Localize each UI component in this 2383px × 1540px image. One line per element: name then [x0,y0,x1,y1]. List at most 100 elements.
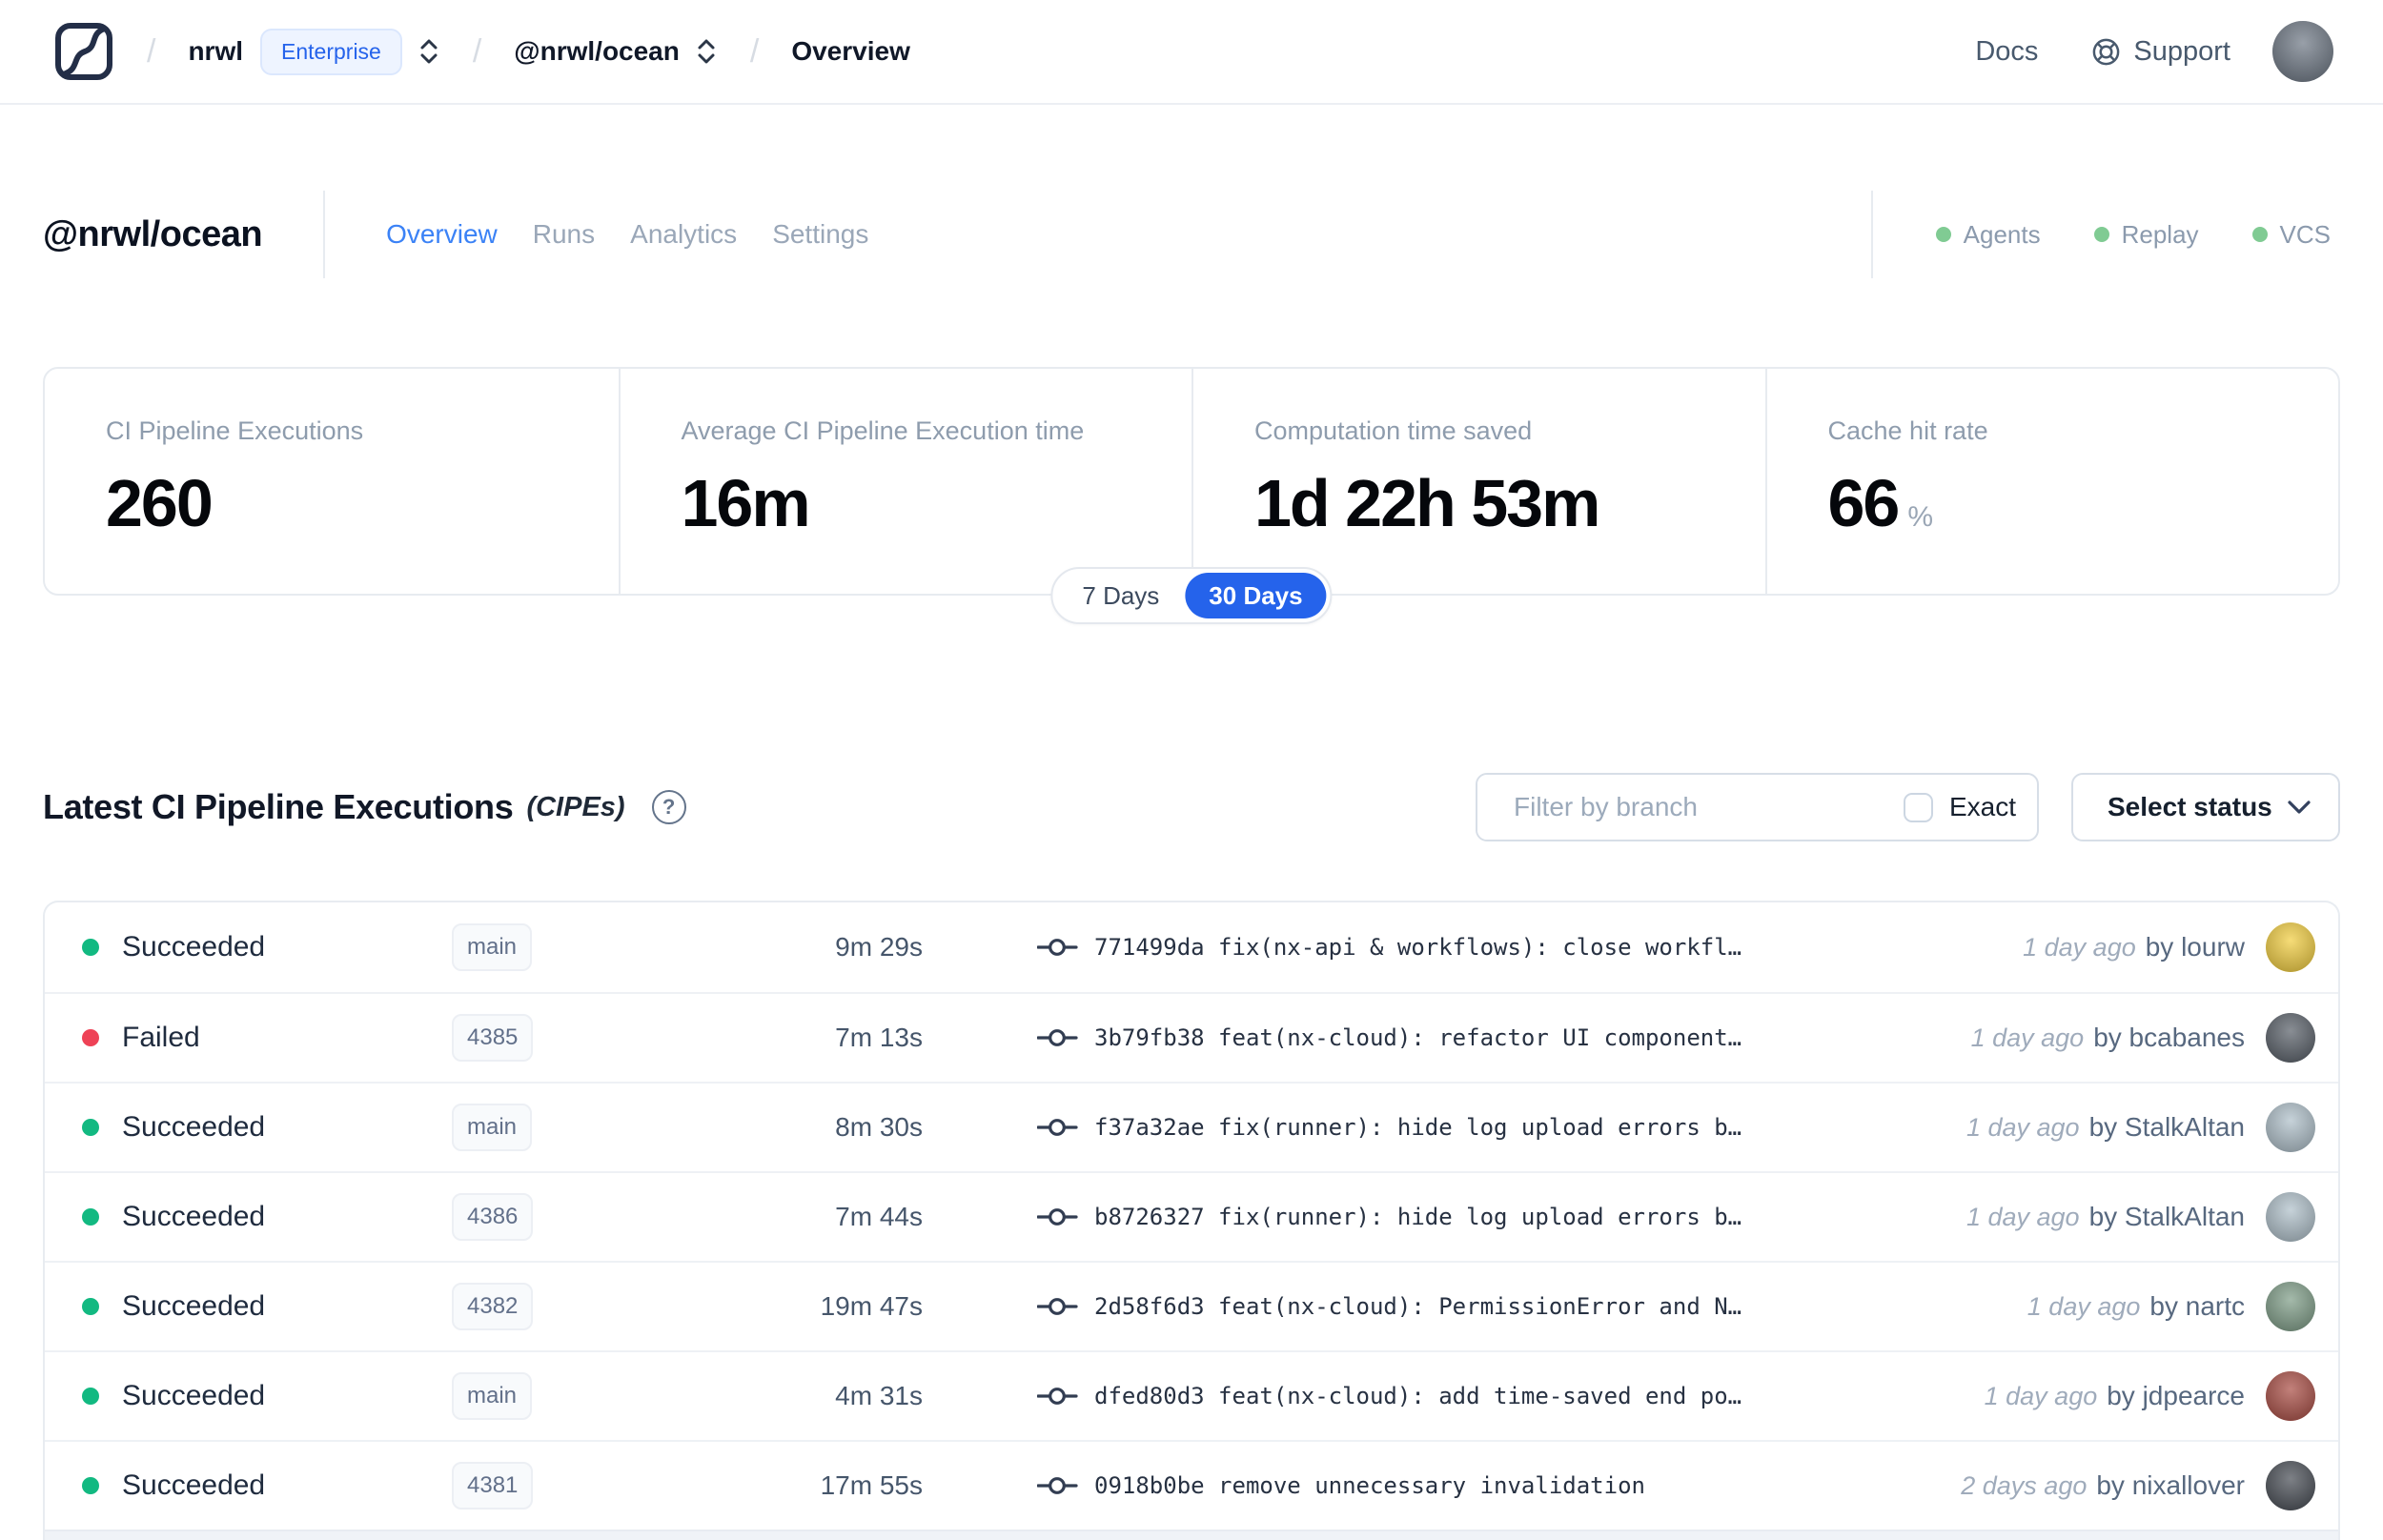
breadcrumb-page: Overview [791,36,910,66]
branch-badge[interactable]: main [452,1104,533,1151]
author-avatar [2266,1282,2315,1331]
status-select-dropdown[interactable]: Select status [2071,773,2340,841]
commit-message-link[interactable]: 3b79fb38 feat(nx-cloud): refactor UI com… [1094,1024,1741,1051]
stat-card-cache-hit-rate: Cache hit rate 66% [1764,369,2339,594]
branch-column: main [452,923,692,971]
divider [323,191,326,278]
stats-section: CI Pipeline Executions 260 Average CI Pi… [43,367,2340,624]
status-dot [2093,227,2109,242]
commit-message-link[interactable]: b8726327 fix(runner): hide log upload er… [1094,1204,1741,1230]
git-commit-icon [1037,1119,1078,1136]
row-duration: 4m 31s [835,1381,923,1410]
status-dot [82,1029,99,1046]
branch-badge[interactable]: 4386 [452,1193,534,1241]
git-commit-icon [1037,1388,1078,1405]
row-author: by StalkAltan [2088,1202,2245,1231]
row-status: Succeeded [122,1469,266,1501]
commit-message-link[interactable]: dfed80d3 feat(nx-cloud): add time-saved … [1094,1383,1741,1409]
commit-message-link[interactable]: 2d58f6d3 feat(nx-cloud): PermissionError… [1094,1293,1741,1320]
nx-cloud-logo-icon[interactable] [53,21,114,82]
branch-column: 4386 [452,1193,692,1241]
user-avatar[interactable] [2272,21,2333,82]
git-commit-icon [1037,1029,1078,1046]
support-link[interactable]: Support [2091,36,2230,68]
commit-message-link[interactable]: 0918b0be remove unnecessary invalidation [1094,1472,1645,1499]
row-timestamp: 2 days ago [1961,1470,2088,1500]
row-duration: 7m 13s [835,1023,923,1052]
row-meta: 1 day ago by StalkAltan [1966,1192,2315,1242]
org-name[interactable]: nrwl [188,36,243,67]
row-meta: 1 day ago by jdpearce [1985,1371,2315,1421]
stat-suffix: % [1907,501,1934,533]
branch-badge[interactable]: 4382 [452,1283,534,1330]
status-dot [2251,227,2268,242]
author-avatar [2266,1103,2315,1152]
branch-badge[interactable]: 4385 [452,1014,534,1062]
help-icon[interactable]: ? [651,790,686,824]
stat-card-computation-time-saved: Computation time saved 1d 22h 53m [1192,369,1765,594]
row-author: by lourw [2145,932,2245,962]
row-timestamp: 1 day ago [2023,932,2136,962]
branch-badge[interactable]: main [452,1372,533,1420]
workspace-header: @nrwl/ocean Overview Runs Analytics Sett… [0,187,2383,282]
branch-badge[interactable]: main [452,923,533,971]
commit-message-link[interactable]: 771499da fix(nx-api & workflows): close … [1094,934,1741,961]
stat-card-ci-pipeline-executions: CI Pipeline Executions 260 [45,369,619,594]
row-duration: 7m 44s [835,1202,923,1231]
exact-checkbox[interactable] [1904,792,1933,822]
branch-column: main [452,1372,692,1420]
row-duration: 8m 30s [835,1112,923,1142]
cipe-table-row[interactable]: Succeeded 4381 17m 55s 0918b0be remove u… [45,1440,2338,1530]
cipe-table-row[interactable]: Succeeded main 9m 29s 771499da fix(nx-ap… [45,902,2338,992]
service-replay-label: Replay [2121,219,2199,249]
service-vcs-label: VCS [2279,219,2331,249]
workspace-name[interactable]: @nrwl/ocean [514,36,680,67]
branch-badge[interactable]: 4381 [452,1462,534,1510]
tab-runs[interactable]: Runs [533,219,595,250]
tab-settings[interactable]: Settings [772,219,868,250]
breadcrumb: / nrwl Enterprise / @nrwl/ocean / Overvi… [53,21,910,82]
row-timestamp: 1 day ago [1970,1023,2085,1052]
lifebuoy-icon [2093,38,2120,65]
status-dot [82,1119,99,1136]
stat-label: Computation time saved [1254,416,1533,445]
workspace-switcher-chevron-icon[interactable] [695,36,718,67]
git-commit-icon [1037,1208,1078,1226]
branch-column: main [452,1104,692,1151]
stat-label: Average CI Pipeline Execution time [681,416,1085,445]
range-30-days-button[interactable]: 30 Days [1185,573,1327,618]
branch-column: 4385 [452,1014,692,1062]
cipe-title: Latest CI Pipeline Executions [43,787,514,826]
branch-column: 4382 [452,1283,692,1330]
row-author: by bcabanes [2093,1023,2245,1052]
row-timestamp: 1 day ago [1965,1112,2080,1142]
commit-message-link[interactable]: f37a32ae fix(runner): hide log upload er… [1094,1114,1741,1141]
row-meta: 1 day ago by nartc [2027,1282,2315,1331]
cipe-table-row[interactable]: Succeeded 4382 19m 47s 2d58f6d3 feat(nx-… [45,1261,2338,1350]
range-7-days-button[interactable]: 7 Days [1056,581,1185,611]
row-author: by nixallover [2096,1470,2245,1500]
row-duration: 9m 29s [835,932,923,962]
cipe-table-row[interactable]: Succeeded 4386 7m 44s b8726327 fix(runne… [45,1171,2338,1261]
service-agents[interactable]: Agents [1935,220,2041,250]
service-replay[interactable]: Replay [2093,219,2199,250]
status-dot [82,939,99,956]
git-commit-icon [1037,1477,1078,1494]
author-avatar [2266,1461,2315,1510]
plan-badge: Enterprise [260,28,402,75]
status-dot [82,1477,99,1494]
row-status: Succeeded [122,1111,266,1143]
tab-analytics[interactable]: Analytics [630,219,737,250]
org-switcher-chevron-icon[interactable] [418,36,440,67]
row-timestamp: 1 day ago [2027,1291,2141,1321]
tab-overview[interactable]: Overview [386,219,498,250]
cipe-table-row[interactable]: Failed 4385 7m 13s 3b79fb38 feat(nx-clou… [45,992,2338,1082]
branch-filter-input[interactable] [1477,775,1877,840]
row-status: Succeeded [122,931,266,962]
cipe-table-row[interactable]: Succeeded main 4m 31s dfed80d3 feat(nx-c… [45,1350,2338,1440]
docs-link[interactable]: Docs [1975,36,2038,68]
divider [1870,191,1873,278]
service-vcs[interactable]: VCS [2251,219,2331,250]
cipe-table-row[interactable]: Succeeded main 8m 30s f37a32ae fix(runne… [45,1082,2338,1171]
exact-label: Exact [1949,792,2017,821]
